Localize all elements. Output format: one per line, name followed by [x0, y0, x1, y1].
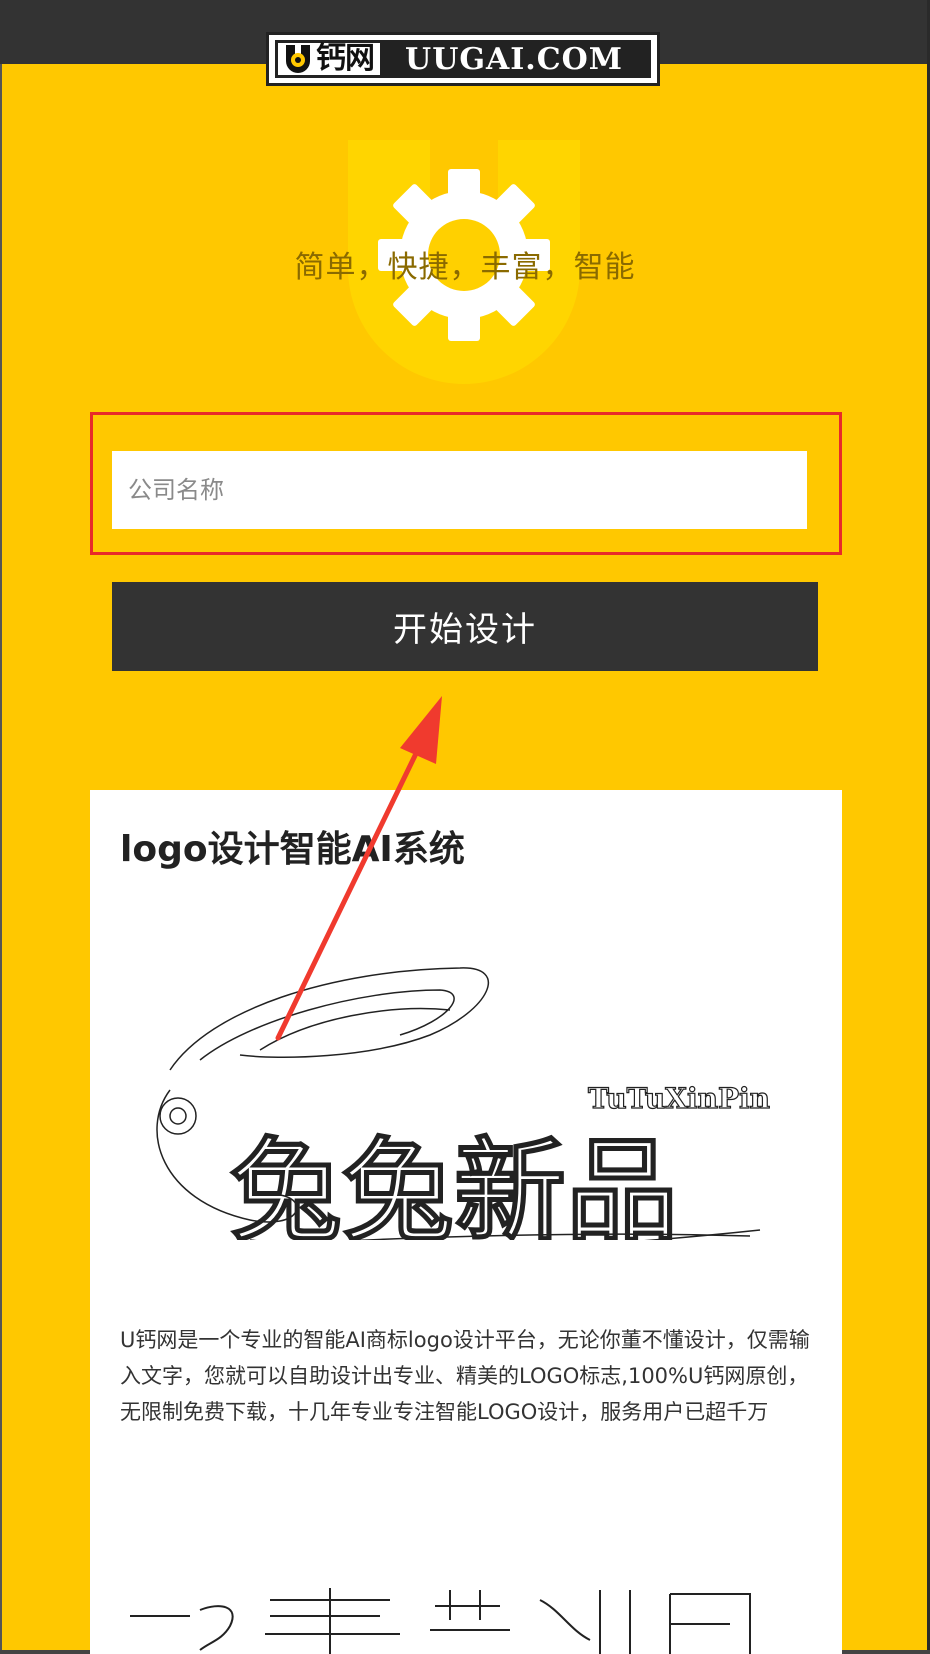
card-title: logo设计智能AI系统 — [120, 829, 465, 870]
second-sample-logo-image — [130, 1588, 751, 1654]
sample-logo-image: TuTuXinPin 兔兔新品 — [156, 967, 771, 1240]
start-design-button[interactable]: 开始设计 — [112, 582, 818, 671]
intro-card: logo设计智能AI系统 TuTuXinPin 兔兔新品 U钙网是一个专业的智能… — [90, 790, 842, 1654]
sample-logo-english-text: TuTuXinPin — [588, 1082, 770, 1115]
logo-chinese-text: 钙网 — [316, 41, 375, 76]
company-name-input[interactable] — [112, 451, 807, 529]
hero-tagline: 简单，快捷，丰富，智能 — [294, 250, 636, 285]
card-description: U钙网是一个专业的智能AI商标logo设计平台，无论你董不懂设计，仅需输入文字，… — [120, 1328, 810, 1424]
logo-english-text: UUGAI.COM — [380, 42, 648, 77]
logo-badge-icon — [286, 45, 310, 73]
site-logo[interactable]: 钙网 UUGAI.COM — [266, 32, 660, 86]
sample-logo-chinese-text: 兔兔新品 — [230, 1127, 678, 1240]
left-edge — [0, 64, 2, 1654]
site-logo-frame: 钙网 UUGAI.COM — [275, 40, 651, 78]
